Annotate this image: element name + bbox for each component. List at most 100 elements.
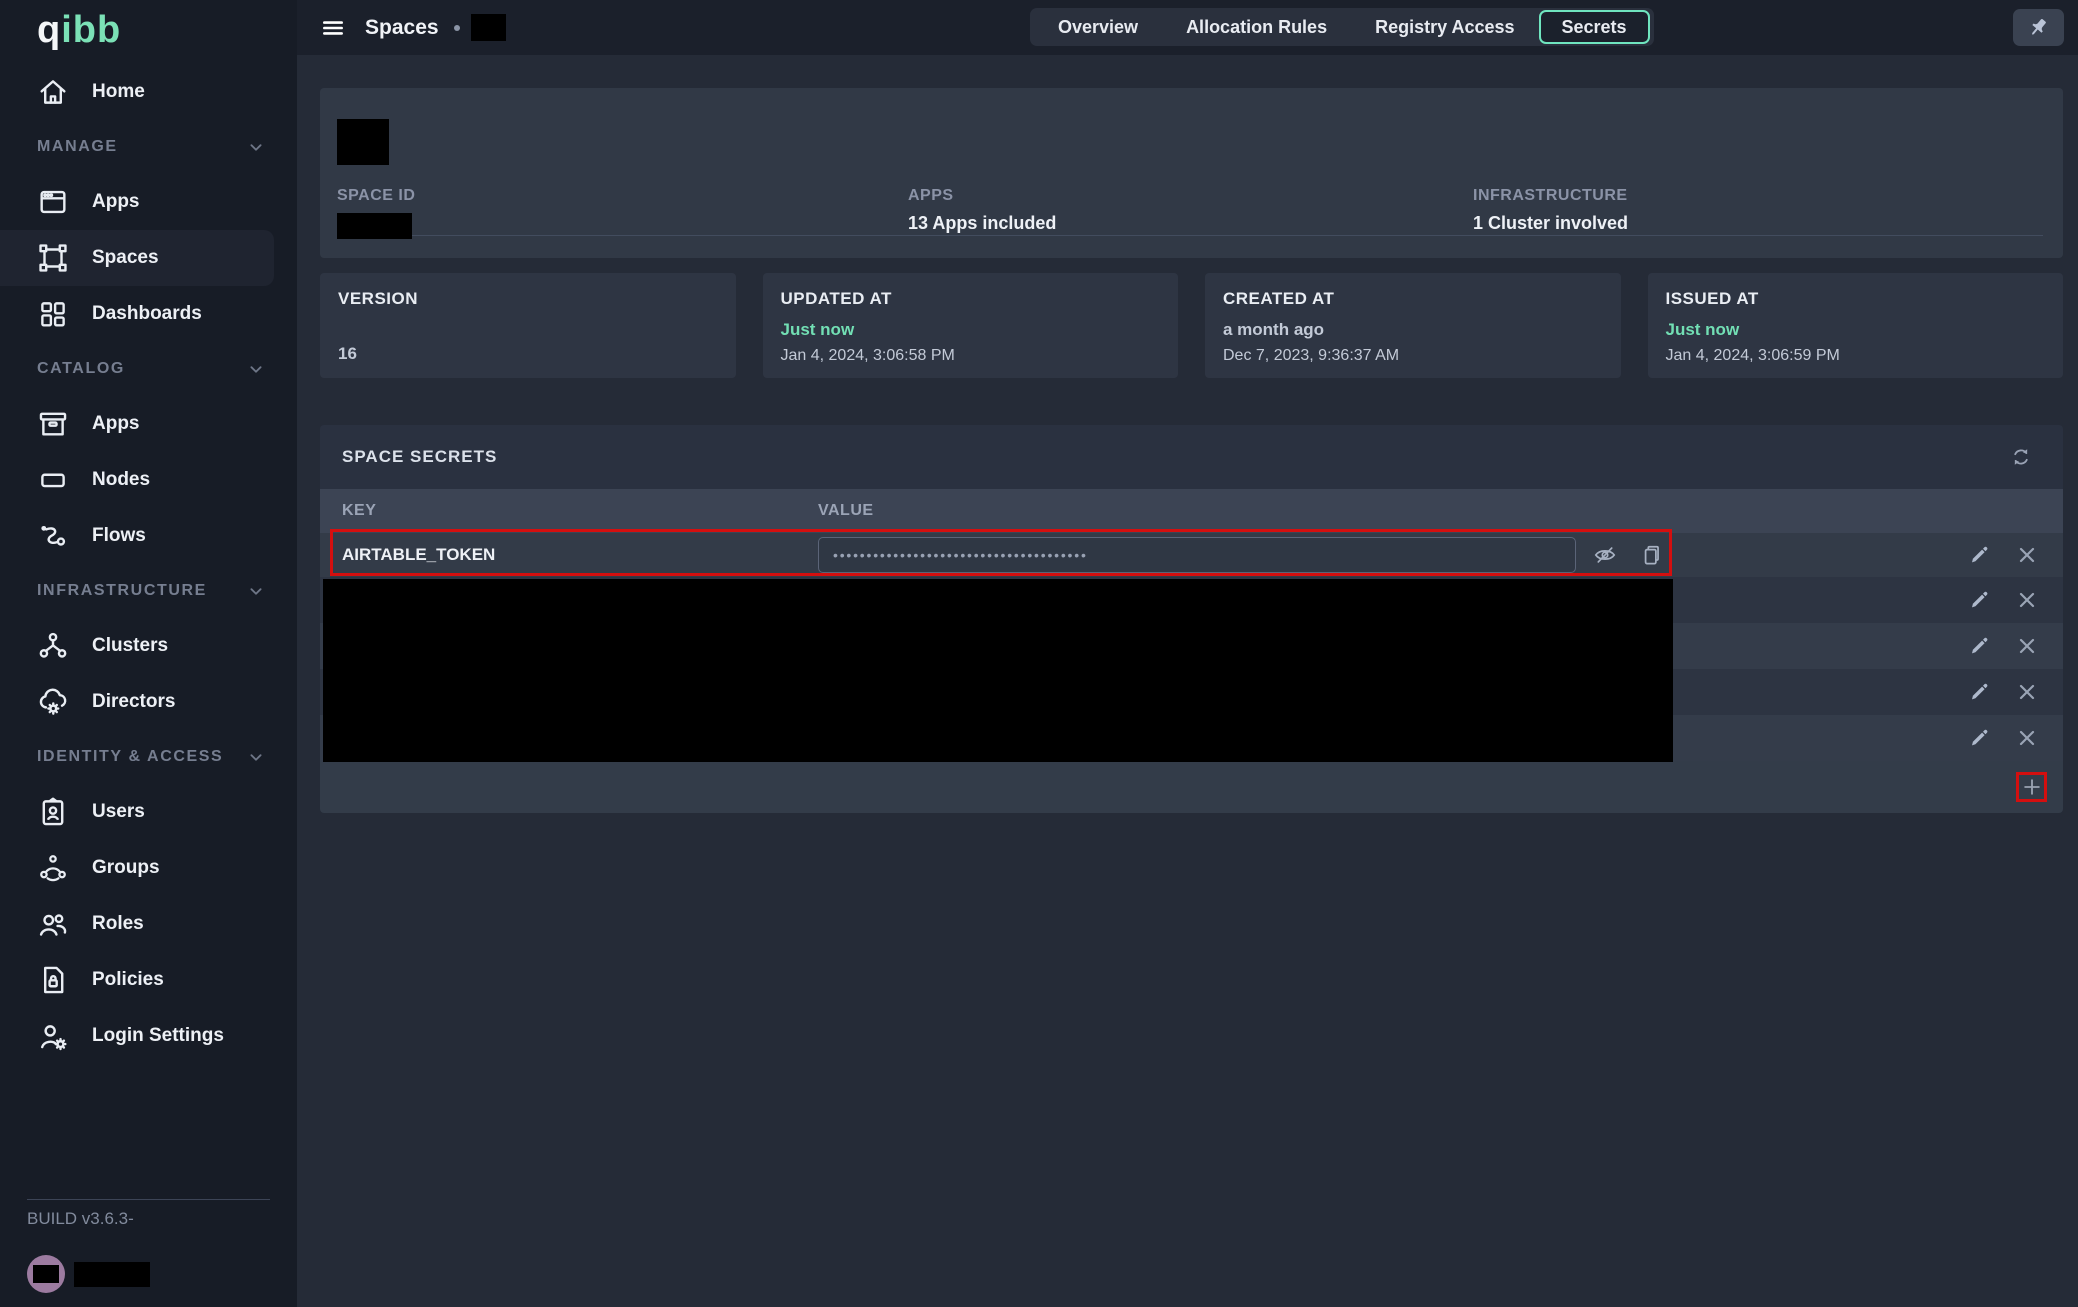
group-icon <box>36 851 70 885</box>
space-id-label: SPACE ID <box>337 187 908 205</box>
tab-secrets[interactable]: Secrets <box>1539 10 1650 44</box>
space-meta-columns: SPACE ID APPS 13 Apps included INFRASTRU… <box>337 187 2043 239</box>
sidebar-section-catalog[interactable]: CATALOG <box>0 342 297 396</box>
secret-row-airtable-token: AIRTABLE_TOKEN •••••••••••••••••••••••••… <box>320 533 2063 577</box>
space-secrets-panel: SPACE SECRETS KEY VALUE AIRTABLE_TOKEN •… <box>320 425 2063 813</box>
archive-box-icon <box>36 407 70 441</box>
sidebar-item-label: Directors <box>92 691 175 713</box>
created-at-card: CREATED AT a month ago Dec 7, 2023, 9:36… <box>1205 273 1621 378</box>
sidebar-section-manage[interactable]: MANAGE <box>0 120 297 174</box>
pin-icon <box>2027 16 2051 40</box>
sidebar-section-infrastructure[interactable]: INFRASTRUCTURE <box>0 564 297 618</box>
updated-at-card: UPDATED AT Just now Jan 4, 2024, 3:06:58… <box>763 273 1179 378</box>
sidebar-footer: BUILD v3.6.3- <box>0 1199 297 1307</box>
sidebar-item-label: Clusters <box>92 635 168 657</box>
sidebar-item-label: Spaces <box>92 247 159 269</box>
updated-at-relative: Just now <box>781 320 855 340</box>
chevron-down-icon <box>245 136 267 158</box>
delete-x-icon[interactable] <box>2015 726 2039 750</box>
version-value: 16 <box>338 344 357 364</box>
qibb-logo: qibb <box>0 0 297 60</box>
infrastructure-value: 1 Cluster involved <box>1473 213 2043 234</box>
hamburger-menu-icon[interactable] <box>320 15 346 41</box>
logo-q: q <box>37 9 61 51</box>
issued-at-relative: Just now <box>1666 320 1740 340</box>
space-secrets-header: SPACE SECRETS <box>320 425 2063 489</box>
secret-key: AIRTABLE_TOKEN <box>342 545 818 565</box>
issued-at-timestamp: Jan 4, 2024, 3:06:59 PM <box>1666 347 1840 365</box>
app-root: qibb Home MANAGE Apps <box>0 0 2078 1307</box>
sidebar-item-policies[interactable]: Policies <box>0 952 297 1008</box>
redacted-space-logo <box>337 119 389 165</box>
section-title: MANAGE <box>37 138 118 156</box>
sidebar-section-identity-access[interactable]: IDENTITY & ACCESS <box>0 730 297 784</box>
sidebar-item-roles[interactable]: Roles <box>0 896 297 952</box>
created-at-label: CREATED AT <box>1223 289 1603 309</box>
avatar[interactable] <box>27 1255 65 1293</box>
delete-x-icon[interactable] <box>2015 543 2039 567</box>
tab-registry-access[interactable]: Registry Access <box>1351 8 1538 46</box>
spaces-icon <box>36 241 70 275</box>
issued-at-card: ISSUED AT Just now Jan 4, 2024, 3:06:59 … <box>1648 273 2064 378</box>
space-id-column: SPACE ID <box>337 187 908 239</box>
created-at-timestamp: Dec 7, 2023, 9:36:37 AM <box>1223 347 1399 365</box>
tab-allocation-rules[interactable]: Allocation Rules <box>1162 8 1351 46</box>
sidebar-item-directors[interactable]: Directors <box>0 674 297 730</box>
sidebar-item-users[interactable]: Users <box>0 784 297 840</box>
row-actions <box>1967 726 2039 750</box>
redacted-avatar-initials <box>33 1265 59 1283</box>
edit-icon[interactable] <box>1967 543 1991 567</box>
row-actions <box>1967 680 2039 704</box>
breadcrumb-dot <box>454 25 460 31</box>
logo-ibb: ibb <box>61 9 121 51</box>
sidebar-item-label: Dashboards <box>92 303 202 325</box>
sidebar-item-label: Apps <box>92 191 140 213</box>
secrets-table-header: KEY VALUE <box>320 489 2063 533</box>
apps-window-icon <box>36 185 70 219</box>
chevron-down-icon <box>245 580 267 602</box>
updated-at-label: UPDATED AT <box>781 289 1161 309</box>
tab-overview[interactable]: Overview <box>1034 8 1162 46</box>
delete-x-icon[interactable] <box>2015 680 2039 704</box>
dashboards-icon <box>36 297 70 331</box>
user-gear-icon <box>36 1019 70 1053</box>
node-icon <box>36 463 70 497</box>
page-title: Spaces <box>365 16 439 40</box>
apps-label: APPS <box>908 187 1473 205</box>
sidebar-item-home[interactable]: Home <box>0 64 297 120</box>
sidebar-item-catalog-apps[interactable]: Apps <box>0 396 297 452</box>
delete-x-icon[interactable] <box>2015 588 2039 612</box>
copy-icon[interactable] <box>1638 542 1664 568</box>
row-actions <box>1967 634 2039 658</box>
edit-icon[interactable] <box>1967 588 1991 612</box>
chevron-down-icon <box>245 746 267 768</box>
apps-column: APPS 13 Apps included <box>908 187 1473 239</box>
created-at-relative: a month ago <box>1223 320 1324 340</box>
sidebar-item-clusters[interactable]: Clusters <box>0 618 297 674</box>
sidebar-item-groups[interactable]: Groups <box>0 840 297 896</box>
value-column-header: VALUE <box>818 502 874 520</box>
sidebar-item-login-settings[interactable]: Login Settings <box>0 1008 297 1064</box>
add-secret-button[interactable] <box>2016 772 2047 802</box>
refresh-icon[interactable] <box>2009 445 2033 469</box>
infrastructure-column: INFRASTRUCTURE 1 Cluster involved <box>1473 187 2043 239</box>
sidebar-item-nodes[interactable]: Nodes <box>0 452 297 508</box>
redacted-user-name <box>74 1262 150 1287</box>
sidebar-item-dashboards[interactable]: Dashboards <box>0 286 297 342</box>
tab-bar: Overview Allocation Rules Registry Acces… <box>1030 8 1654 46</box>
edit-icon[interactable] <box>1967 726 1991 750</box>
sidebar-nav: Home MANAGE Apps Spaces <box>0 64 297 1064</box>
sidebar-item-flows[interactable]: Flows <box>0 508 297 564</box>
topbar: Spaces Overview Allocation Rules Registr… <box>297 0 2078 55</box>
secret-value-input[interactable]: •••••••••••••••••••••••••••••••••••••• <box>818 537 1576 573</box>
pin-button[interactable] <box>2013 9 2064 46</box>
delete-x-icon[interactable] <box>2015 634 2039 658</box>
edit-icon[interactable] <box>1967 680 1991 704</box>
user-profile[interactable] <box>27 1255 297 1293</box>
sidebar-item-manage-apps[interactable]: Apps <box>0 174 297 230</box>
main-area: Spaces Overview Allocation Rules Registr… <box>297 0 2078 1307</box>
edit-icon[interactable] <box>1967 634 1991 658</box>
eye-off-icon[interactable] <box>1592 542 1618 568</box>
space-overview-card: SPACE ID APPS 13 Apps included INFRASTRU… <box>320 88 2063 258</box>
sidebar-item-spaces[interactable]: Spaces <box>0 230 274 286</box>
